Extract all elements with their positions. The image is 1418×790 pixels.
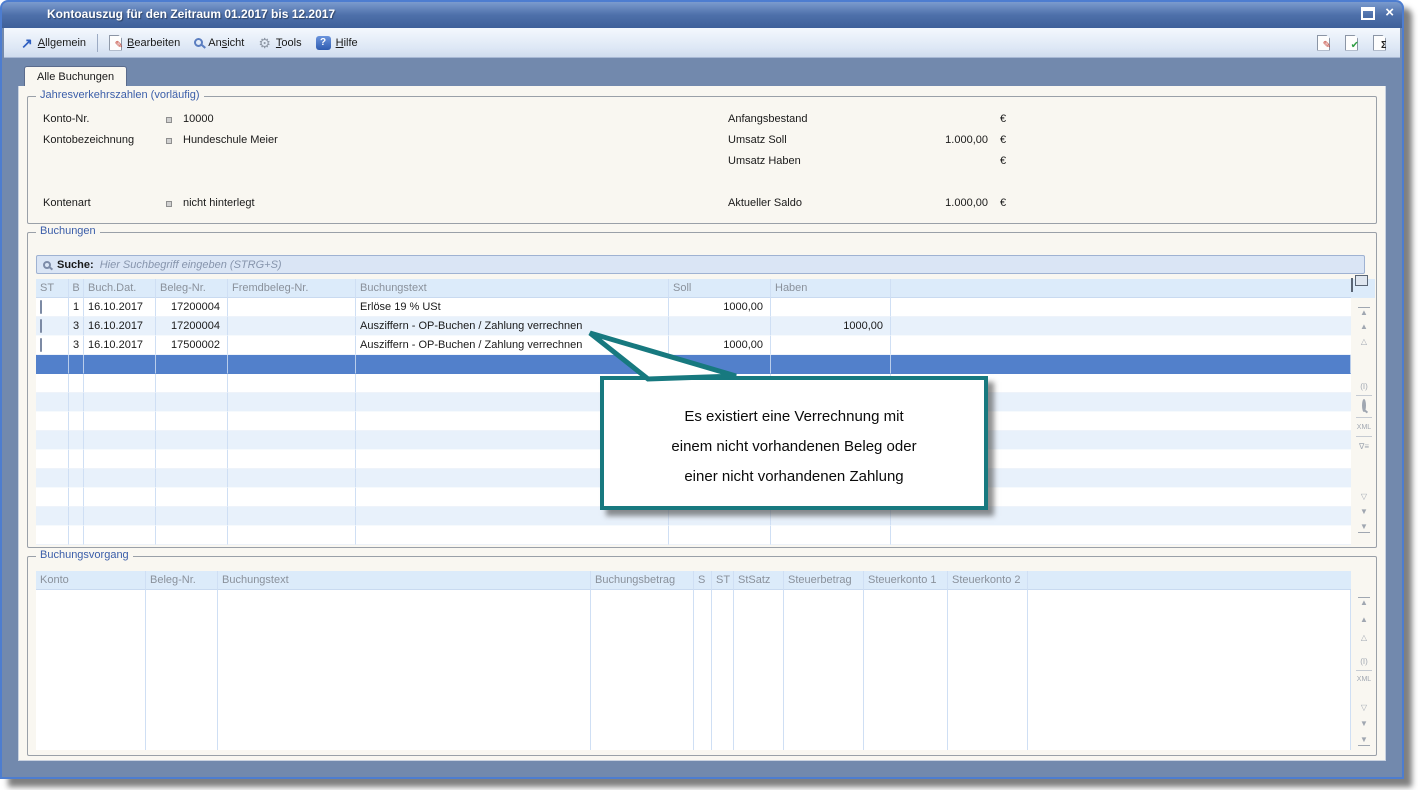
strip-separator (1356, 670, 1372, 671)
bookings-header-row: ST B Buch.Dat. Beleg-Nr. Fremdbeleg-Nr. … (36, 279, 1351, 298)
menu-allgemein[interactable]: ↗ Allgemein (14, 34, 93, 52)
step-down-icon[interactable]: ▽ (1353, 492, 1375, 502)
detail-grid-icon[interactable] (40, 300, 42, 314)
zoom-search-icon[interactable] (1353, 401, 1375, 411)
warning-callout: Es existiert eine Verrechnung mit einem … (600, 376, 988, 510)
col-soll[interactable]: Soll (669, 279, 771, 298)
field-aktueller-saldo: Aktueller Saldo 1.000,00 € (28, 197, 1028, 212)
scroll-down-icon[interactable]: ▼ (1353, 507, 1375, 517)
col-steuerkonto1[interactable]: Steuerkonto 1 (864, 571, 948, 590)
detail-grid-icon[interactable] (40, 338, 42, 352)
transaction-header-row: Konto Beleg-Nr. Buchungstext Buchungsbet… (36, 571, 1351, 590)
search-label: Suche: (57, 259, 94, 271)
col-filler (891, 279, 1351, 298)
col-buchdat[interactable]: Buch.Dat. (84, 279, 156, 298)
scroll-top-icon[interactable]: ▲ (1358, 307, 1370, 318)
menu-tools[interactable]: ⚙ Tools (251, 33, 308, 53)
col-stsatz[interactable]: StSatz (734, 571, 784, 590)
arrow-up-right-icon: ↗ (21, 37, 33, 49)
col-konto[interactable]: Konto (36, 571, 146, 590)
col-fremdbeleg[interactable]: Fremdbeleg-Nr. (228, 279, 356, 298)
col-steuerkonto2[interactable]: Steuerkonto 2 (948, 571, 1028, 590)
strip-separator (1356, 395, 1372, 396)
col-st[interactable]: ST (712, 571, 734, 590)
filter-icon[interactable]: ∇≡ (1353, 442, 1375, 452)
close-icon[interactable]: × (1385, 6, 1394, 20)
scroll-down-icon[interactable]: ▼ (1353, 719, 1375, 729)
col-haben[interactable]: Haben (771, 279, 891, 298)
transaction-table: Konto Beleg-Nr. Buchungstext Buchungsbet… (36, 571, 1351, 590)
currency-symbol: € (1000, 155, 1006, 167)
currency-symbol: € (1000, 113, 1006, 125)
col-beleg[interactable]: Beleg-Nr. (156, 279, 228, 298)
tab-alle-buchungen[interactable]: Alle Buchungen (24, 66, 127, 86)
column-width-icon[interactable]: (I) (1353, 382, 1375, 392)
summary-legend: Jahresverkehrszahlen (vorläufig) (36, 89, 204, 101)
search-bar: Suche: (36, 255, 1365, 274)
document-edit-icon[interactable]: ✎ (1317, 35, 1330, 51)
menu-separator (97, 34, 98, 52)
scroll-bottom-icon[interactable]: ▼ (1358, 522, 1370, 533)
col-s[interactable]: S (694, 571, 712, 590)
strip-separator (1356, 417, 1372, 418)
col-steuerbetrag[interactable]: Steuerbetrag (784, 571, 864, 590)
field-umsatz-haben: Umsatz Haben € (28, 155, 1028, 170)
menu-bearbeiten[interactable]: ✎ Bearbeiten (102, 32, 187, 54)
search-icon (43, 261, 51, 269)
callout-pointer-icon (584, 329, 744, 383)
titlebar: Kontoauszug für den Zeitraum 01.2017 bis… (2, 2, 1402, 28)
window-title: Kontoauszug für den Zeitraum 01.2017 bis… (47, 7, 335, 21)
col-buchungsbetrag[interactable]: Buchungsbetrag (591, 571, 694, 590)
col-filler (1028, 571, 1351, 590)
transaction-table-body[interactable] (36, 590, 1351, 750)
search-input[interactable] (100, 259, 1358, 271)
gear-icon: ⚙ (258, 36, 271, 50)
column-width-icon[interactable]: (I) (1353, 657, 1375, 667)
transaction-group: Buchungsvorgang Konto Beleg-Nr. Buchungs… (27, 556, 1377, 756)
column-chooser-icon[interactable] (1351, 279, 1375, 298)
help-icon: ? (316, 36, 331, 50)
field-umsatz-soll: Umsatz Soll 1.000,00 € (28, 134, 1028, 149)
col-st[interactable]: ST (36, 279, 69, 298)
currency-symbol: € (1000, 197, 1006, 209)
field-anfangsbestand: Anfangsbestand € (28, 113, 1028, 128)
step-down-icon[interactable]: ▽ (1353, 703, 1375, 713)
tab-strip: Alle Buchungen (4, 58, 1400, 86)
step-up-icon[interactable]: △ (1353, 633, 1375, 643)
col-buchungstext[interactable]: Buchungstext (218, 571, 591, 590)
document-check-icon[interactable]: ✔ (1345, 35, 1358, 51)
menu-ansicht[interactable]: Ansicht (187, 34, 251, 52)
menubar: ↗ Allgemein ✎ Bearbeiten Ansicht ⚙ Tools… (4, 28, 1400, 58)
bookings-legend: Buchungen (36, 225, 100, 237)
transaction-legend: Buchungsvorgang (36, 549, 133, 561)
currency-symbol: € (1000, 134, 1006, 146)
scroll-up-icon[interactable]: ▲ (1353, 322, 1375, 332)
xml-icon[interactable]: XML (1353, 675, 1375, 685)
table-row[interactable]: 1 16.10.2017 17200004 Erlöse 19 % USt 10… (36, 298, 1351, 317)
scroll-top-icon[interactable]: ▲ (1358, 597, 1370, 608)
restore-icon[interactable] (1361, 7, 1375, 20)
table-row[interactable] (36, 526, 1351, 545)
col-beleg[interactable]: Beleg-Nr. (146, 571, 218, 590)
magnifier-icon (194, 38, 203, 47)
menu-hilfe[interactable]: ? Hilfe (309, 33, 365, 53)
edit-document-icon: ✎ (109, 35, 122, 51)
step-up-icon[interactable]: △ (1353, 337, 1375, 347)
xml-icon[interactable]: XML (1353, 423, 1375, 433)
col-buchungstext[interactable]: Buchungstext (356, 279, 669, 298)
col-b[interactable]: B (69, 279, 84, 298)
scroll-bottom-icon[interactable]: ▼ (1358, 735, 1370, 746)
scroll-up-icon[interactable]: ▲ (1353, 615, 1375, 625)
strip-separator (1356, 436, 1372, 437)
summary-group: Jahresverkehrszahlen (vorläufig) Konto-N… (27, 96, 1377, 224)
screen: Kontoauszug für den Zeitraum 01.2017 bis… (0, 0, 1418, 790)
detail-grid-icon[interactable] (40, 319, 42, 333)
document-sum-icon[interactable]: Σ (1373, 35, 1386, 51)
